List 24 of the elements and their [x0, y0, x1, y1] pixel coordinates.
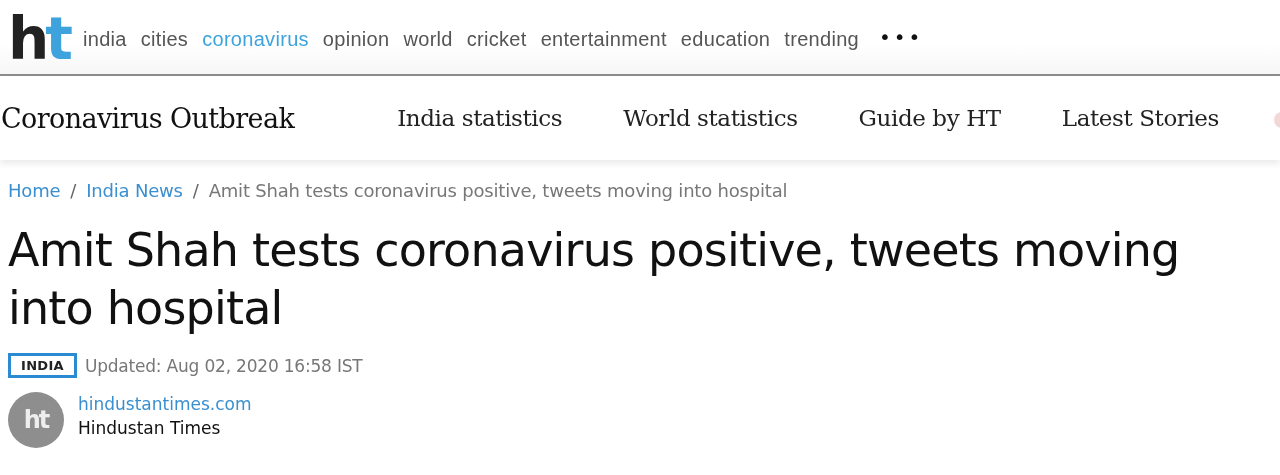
- section-link[interactable]: World statistics: [623, 105, 798, 131]
- category-tag[interactable]: INDIA: [8, 353, 77, 378]
- nav-link[interactable]: cricket: [466, 23, 527, 51]
- breadcrumb-current: Amit Shah tests coronavirus positive, tweets moving into hospital: [208, 180, 788, 201]
- breadcrumb-separator: /: [192, 180, 199, 201]
- section-link[interactable]: India statistics: [397, 105, 563, 131]
- nav-link[interactable]: cities: [140, 23, 189, 51]
- section-link[interactable]: Guide by HT: [858, 105, 1001, 131]
- article-headline: Amit Shah tests coronavirus positive, tweets moving into hospital: [8, 222, 1181, 337]
- nav-link[interactable]: trending: [784, 23, 859, 51]
- nav-link[interactable]: opinion: [322, 23, 390, 51]
- nav-link[interactable]: world: [403, 23, 453, 51]
- section-title: Coronavirus Outbreak: [1, 102, 296, 134]
- breadcrumb-separator: /: [70, 180, 77, 201]
- nav-link[interactable]: entertainment: [540, 23, 667, 51]
- nav-link[interactable]: india: [83, 23, 127, 51]
- site-logo[interactable]: ht: [8, 11, 70, 63]
- nav-link[interactable]: education: [680, 23, 771, 51]
- more-menu-button[interactable]: •••: [879, 25, 924, 49]
- author-link[interactable]: hindustantimes.com: [78, 394, 252, 414]
- updated-time: Updated: Aug 02, 2020 16:58 IST: [84, 355, 363, 376]
- section-link[interactable]: Latest Stories: [1061, 105, 1219, 131]
- author-avatar: ht: [8, 392, 64, 448]
- author-name: Hindustan Times: [78, 418, 222, 438]
